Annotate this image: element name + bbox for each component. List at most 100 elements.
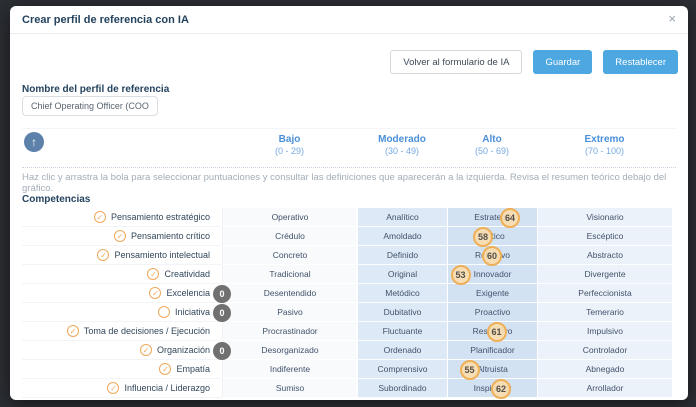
check-icon[interactable]: ✓ <box>113 230 126 242</box>
competency-label-cell: ✓ Pensamiento intelectual <box>22 246 222 265</box>
term-cell-low: Concreto <box>222 246 357 265</box>
term-cell-low: Sumiso <box>222 379 357 398</box>
band-label: Bajo <box>278 134 301 145</box>
competency-row: ✓ Pensamiento estratégico Operativo Anal… <box>22 208 672 228</box>
band-range: (0 - 29) <box>274 146 304 156</box>
band-header-moderado: Moderado (30 - 49) <box>357 134 447 156</box>
modal-header: Crear perfil de referencia con IA × <box>10 6 688 34</box>
check-icon[interactable]: ✓ <box>97 249 110 261</box>
band-range: (30 - 49) <box>384 146 419 156</box>
profile-name-input[interactable] <box>22 96 158 116</box>
instructions-text: Haz clic y arrastra la bola para selecci… <box>22 172 667 194</box>
competency-row: ✓ Pensamiento intelectual Concreto Defin… <box>22 246 672 266</box>
close-icon[interactable]: × <box>668 12 676 26</box>
upload-icon[interactable]: ↑ <box>24 132 44 152</box>
competency-label-cell: ✓ Toma de decisiones / Ejecución <box>22 322 222 341</box>
term-cell-moderate: Metódico <box>357 284 447 303</box>
band-label: Alto <box>482 134 502 145</box>
term-cell-moderate: Original <box>357 265 447 284</box>
competency-label-cell: ✓ Excelencia <box>22 284 222 303</box>
competency-label-cell: ✓ Pensamiento estratégico <box>22 208 222 227</box>
competency-row: ✓ Toma de decisiones / Ejecución Procras… <box>22 322 672 342</box>
score-badge[interactable]: 0 <box>213 342 231 360</box>
band-header-alto: Alto (50 - 69) <box>447 134 537 156</box>
score-badge[interactable]: 0 <box>213 304 231 322</box>
competency-label: Organización <box>156 345 210 355</box>
term-cell-moderate: Subordinado <box>357 379 447 398</box>
competency-label: Creatividad <box>164 269 210 279</box>
term-cell-extreme: Temerario <box>537 303 672 322</box>
check-icon[interactable]: ✓ <box>149 287 162 299</box>
band-range: (50 - 69) <box>474 146 509 156</box>
check-icon[interactable]: ✓ <box>93 211 106 223</box>
score-badge[interactable]: 58 <box>473 227 493 247</box>
score-badge[interactable]: 0 <box>213 285 231 303</box>
check-icon[interactable]: ✓ <box>159 363 172 375</box>
term-cell-low: Pasivo <box>222 303 357 322</box>
competency-label: Excelencia <box>166 288 210 298</box>
score-badge[interactable]: 60 <box>482 246 502 266</box>
term-cell-moderate: Ordenado <box>357 341 447 360</box>
term-cell-high: Planificador <box>447 341 537 360</box>
term-cell-high: Proactivo <box>447 303 537 322</box>
band-range: (70 - 100) <box>584 146 625 156</box>
competency-row: ✓ Pensamiento crítico Crédulo Amoldado C… <box>22 227 672 247</box>
check-icon[interactable]: ✓ <box>147 268 160 280</box>
check-icon[interactable]: ✓ <box>66 325 79 337</box>
score-badge[interactable]: 55 <box>459 360 480 380</box>
term-cell-extreme: Arrollador <box>537 379 672 398</box>
competencies-heading: Competencias <box>22 194 91 205</box>
competency-label: Pensamiento crítico <box>130 231 210 241</box>
competency-table: ✓ Pensamiento estratégico Operativo Anal… <box>22 208 672 399</box>
term-cell-low: Desentendido <box>222 284 357 303</box>
term-cell-moderate: Dubitativo <box>357 303 447 322</box>
term-cell-extreme: Abstracto <box>537 246 672 265</box>
competency-row: ✓ Influencia / Liderazgo Sumiso Subordin… <box>22 379 672 399</box>
check-icon[interactable] <box>157 306 170 318</box>
modal-title: Crear perfil de referencia con IA <box>22 14 189 26</box>
competency-label: Influencia / Liderazgo <box>124 383 210 393</box>
competency-label-cell: Iniciativa <box>22 303 222 322</box>
term-cell-high: Exigente <box>447 284 537 303</box>
check-icon[interactable]: ✓ <box>107 382 120 394</box>
competency-label-cell: ✓ Organización <box>22 341 222 360</box>
competency-label: Empatía <box>176 364 210 374</box>
term-cell-low: Operativo <box>222 208 357 227</box>
ai-reference-profile-modal: Crear perfil de referencia con IA × Volv… <box>10 6 688 400</box>
term-cell-extreme: Controlador <box>537 341 672 360</box>
competency-row: Iniciativa Pasivo Dubitativo Proactivo T… <box>22 303 672 322</box>
term-cell-moderate: Amoldado <box>357 227 447 246</box>
term-cell-moderate: Comprensivo <box>357 360 447 379</box>
check-icon[interactable]: ✓ <box>139 344 152 356</box>
term-cell-extreme: Visionario <box>537 208 672 227</box>
score-badge[interactable]: 53 <box>450 265 471 285</box>
term-cell-low: Procrastinador <box>222 322 357 341</box>
band-header-extremo: Extremo (70 - 100) <box>537 134 672 156</box>
competency-row: ✓ Organización Desorganizado Ordenado Pl… <box>22 341 672 360</box>
band-headers: Bajo (0 - 29) Moderado (30 - 49) Alto (5… <box>222 134 672 156</box>
score-badge[interactable]: 64 <box>500 208 520 228</box>
term-cell-extreme: Perfeccionista <box>537 284 672 303</box>
term-cell-low: Tradicional <box>222 265 357 284</box>
competency-row: ✓ Creatividad Tradicional Original Innov… <box>22 265 672 285</box>
toolbar: Volver al formulario de IA Guardar Resta… <box>390 50 678 74</box>
competency-label: Iniciativa <box>174 307 210 317</box>
save-button[interactable]: Guardar <box>533 50 593 74</box>
term-cell-low: Indiferente <box>222 360 357 379</box>
competency-label: Toma de decisiones / Ejecución <box>83 326 210 336</box>
score-badge[interactable]: 62 <box>491 379 511 399</box>
term-cell-moderate: Definido <box>357 246 447 265</box>
term-cell-extreme: Divergente <box>537 265 672 284</box>
term-cell-low: Crédulo <box>222 227 357 246</box>
score-badge[interactable]: 61 <box>486 322 507 342</box>
back-to-ai-form-button[interactable]: Volver al formulario de IA <box>390 50 523 74</box>
reset-button[interactable]: Restablecer <box>603 50 678 74</box>
term-cell-high: Estratega <box>447 208 537 227</box>
scale-header: ↑ Bajo (0 - 29) Moderado (30 - 49) Alto … <box>22 128 676 168</box>
competency-row: ✓ Empatía Indiferente Comprensivo Altrui… <box>22 360 672 380</box>
competency-label-cell: ✓ Pensamiento crítico <box>22 227 222 246</box>
competency-label: Pensamiento estratégico <box>110 212 210 222</box>
competency-label-cell: ✓ Empatía <box>22 360 222 379</box>
term-cell-low: Desorganizado <box>222 341 357 360</box>
competency-label: Pensamiento intelectual <box>114 250 210 260</box>
